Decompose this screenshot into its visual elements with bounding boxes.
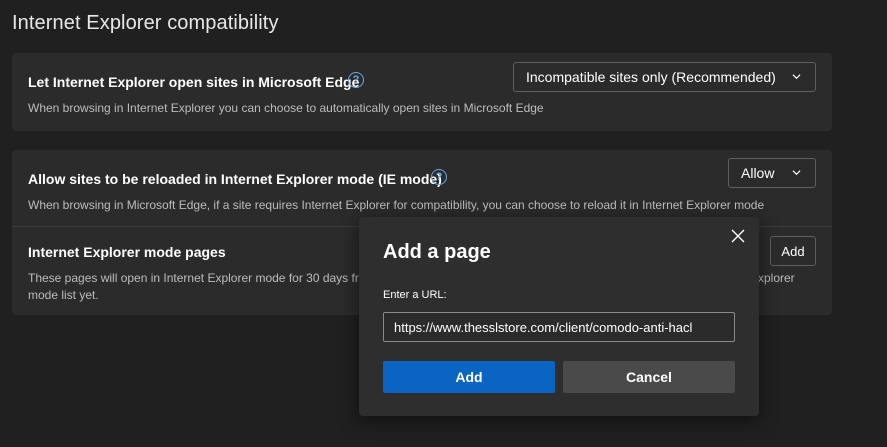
section-title: Internet Explorer compatibility bbox=[12, 12, 279, 34]
ie-mode-reload-selected: Allow bbox=[741, 165, 775, 181]
chevron-down-icon bbox=[792, 74, 801, 80]
ie-mode-pages-description-line2: mode list yet. bbox=[28, 288, 99, 302]
ie-mode-reload-dropdown[interactable]: Allow bbox=[728, 158, 816, 188]
add-page-button[interactable]: Add bbox=[770, 236, 816, 266]
settings-page: Internet Explorer compatibility Let Inte… bbox=[0, 0, 887, 447]
url-input[interactable] bbox=[383, 312, 735, 342]
ie-open-sites-dropdown[interactable]: Incompatible sites only (Recommended) bbox=[513, 62, 816, 92]
dialog-title: Add a page bbox=[383, 241, 491, 263]
ie-mode-reload-description: When browsing in Microsoft Edge, if a si… bbox=[28, 198, 765, 212]
help-icon[interactable]: ? bbox=[431, 169, 447, 185]
ie-open-sites-title: Let Internet Explorer open sites in Micr… bbox=[28, 74, 360, 90]
ie-open-sites-description: When browsing in Internet Explorer you c… bbox=[28, 101, 544, 115]
ie-open-sites-card: Let Internet Explorer open sites in Micr… bbox=[12, 53, 832, 131]
dialog-add-button[interactable]: Add bbox=[383, 361, 555, 393]
ie-open-sites-selected: Incompatible sites only (Recommended) bbox=[526, 69, 776, 85]
close-icon[interactable] bbox=[729, 227, 747, 245]
url-field-label: Enter a URL: bbox=[383, 289, 447, 301]
help-icon[interactable]: ? bbox=[348, 72, 364, 88]
ie-mode-pages-description-tail: xplorer bbox=[758, 271, 795, 285]
ie-mode-pages-title: Internet Explorer mode pages bbox=[28, 244, 226, 260]
ie-mode-reload-title: Allow sites to be reloaded in Internet E… bbox=[28, 171, 442, 187]
add-page-dialog: Add a page Enter a URL: Add Cancel bbox=[359, 217, 759, 416]
dialog-cancel-button[interactable]: Cancel bbox=[563, 361, 735, 393]
chevron-down-icon bbox=[792, 170, 801, 176]
ie-mode-pages-description: These pages will open in Internet Explor… bbox=[28, 271, 366, 285]
